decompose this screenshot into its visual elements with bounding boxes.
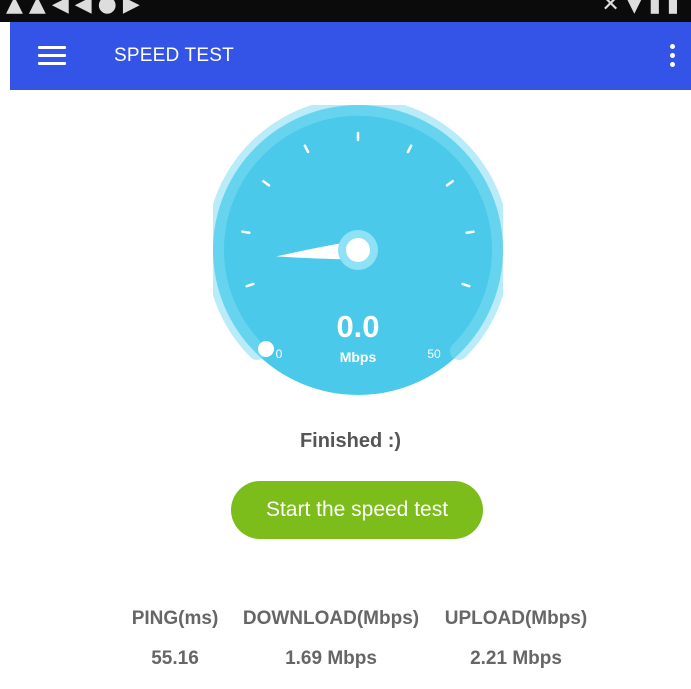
download-label: DOWNLOAD(Mbps) (242, 608, 420, 629)
speedometer-gauge: 0.0 Mbps 0 50 (213, 105, 503, 395)
gauge-tick (241, 230, 251, 235)
gauge-tick (465, 230, 475, 235)
ping-label: PING(ms) (131, 608, 219, 629)
download-value: 1.69 Mbps (285, 648, 377, 669)
upload-label: UPLOAD(Mbps) (444, 608, 588, 629)
speed-value: 0.0 (336, 309, 379, 344)
main-content: 0.0 Mbps 0 50 Finished :) Start the spee… (10, 90, 691, 689)
status-icons-left: ▲▲◀◀●▶ (6, 0, 146, 17)
ping-value: 55.16 (151, 648, 199, 669)
hamburger-menu-icon[interactable] (38, 46, 66, 66)
test-status-text: Finished :) (299, 430, 402, 452)
start-speed-test-button[interactable]: Start the speed test (231, 481, 483, 539)
needle-hub (346, 238, 370, 262)
gauge-min-label: 0 (276, 347, 283, 361)
app-title: SPEED TEST (114, 45, 234, 66)
upload-metric: UPLOAD(Mbps) 2.21 Mbps (436, 608, 596, 670)
speed-unit: Mbps (340, 349, 377, 365)
gauge-max-label: 50 (427, 347, 441, 361)
ping-metric: PING(ms) 55.16 (120, 608, 230, 670)
gauge-progress-dot (258, 341, 274, 357)
upload-value: 2.21 Mbps (470, 648, 562, 669)
download-metric: DOWNLOAD(Mbps) 1.69 Mbps (236, 608, 426, 670)
status-icons-right: ✕▼▮▮ (601, 0, 685, 17)
app-bar: SPEED TEST (10, 22, 691, 90)
status-bar: ▲▲◀◀●▶ ✕▼▮▮ (0, 0, 691, 22)
overflow-menu-icon[interactable] (667, 42, 677, 70)
